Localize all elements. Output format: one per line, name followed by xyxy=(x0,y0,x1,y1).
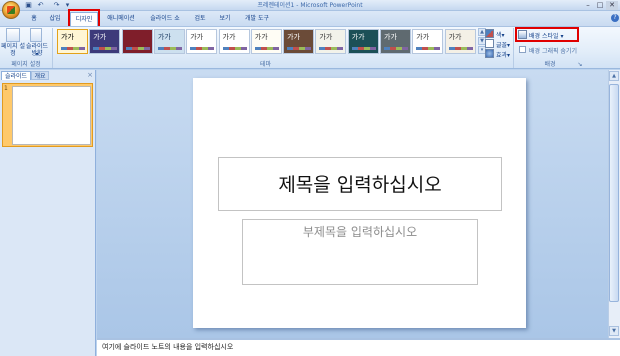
theme-thumbnail[interactable]: 가가 xyxy=(380,29,411,54)
tab-view[interactable]: 보기 xyxy=(216,12,234,26)
theme-thumbnail[interactable] xyxy=(121,29,153,54)
theme-sample-text: 가가 xyxy=(157,33,171,41)
scrollbar-thumb[interactable] xyxy=(609,84,619,302)
theme-sample-text: 가가 xyxy=(190,33,204,41)
theme-color-bars xyxy=(319,47,344,50)
page-setup-button[interactable]: 페이지 설정 xyxy=(1,43,25,59)
chevron-down-icon[interactable]: ▾ xyxy=(33,51,41,58)
theme-colors-icon xyxy=(485,29,494,38)
theme-color-bars xyxy=(448,47,473,50)
theme-effects-label: 효과 xyxy=(496,52,508,59)
theme-thumbnail[interactable]: 가가 xyxy=(250,29,282,54)
theme-thumbnail[interactable]: 가가 xyxy=(347,29,379,54)
scroll-down-icon[interactable]: ▼ xyxy=(609,326,619,336)
theme-color-bars xyxy=(190,47,215,50)
hide-background-graphics-checkbox[interactable]: 배경 그래픽 숨기기 xyxy=(519,46,614,55)
tab-home[interactable]: 홈 xyxy=(27,12,41,26)
theme-effects-button[interactable]: 효과▾ xyxy=(485,49,511,59)
theme-color-bars xyxy=(254,47,279,50)
theme-color-bars xyxy=(287,47,312,50)
save-icon[interactable]: ▣ xyxy=(24,1,33,9)
slide-orientation-icon[interactable] xyxy=(30,28,42,42)
theme-color-bars xyxy=(157,47,182,50)
maximize-icon[interactable]: □ xyxy=(594,1,606,10)
tab-outline[interactable]: 개요 xyxy=(31,71,49,80)
slide-thumbnail[interactable] xyxy=(12,86,91,145)
theme-effects-icon xyxy=(485,49,494,58)
theme-thumbnail[interactable]: 가가 xyxy=(186,29,218,54)
undo-icon[interactable]: ↶ xyxy=(36,1,45,9)
chevron-down-icon: ▾ xyxy=(501,32,505,39)
customize-qat-icon[interactable]: ▾ xyxy=(63,1,72,9)
theme-fonts-icon xyxy=(485,39,494,48)
window-title: 프레젠테이션1 - Microsoft PowerPoint xyxy=(257,2,363,9)
theme-thumbnail[interactable]: 가가 xyxy=(89,29,121,54)
group-separator xyxy=(52,28,53,68)
checkbox-icon xyxy=(519,46,526,53)
theme-fonts-label: 글꼴 xyxy=(496,42,508,49)
background-styles-highlight xyxy=(515,27,579,42)
slide-number: 1 xyxy=(4,85,8,92)
theme-thumbnail[interactable]: 가가 xyxy=(218,29,250,54)
theme-sample-text: 가가 xyxy=(61,33,74,41)
help-icon[interactable]: ? xyxy=(611,14,619,22)
theme-fonts-button[interactable]: 글꼴▾ xyxy=(485,39,511,49)
minimize-icon[interactable]: – xyxy=(582,1,594,10)
theme-thumbnail[interactable]: 가가 xyxy=(57,29,88,54)
theme-sample-text: 가가 xyxy=(416,33,430,41)
theme-sample-text: 가가 xyxy=(319,33,333,41)
theme-color-bars xyxy=(384,47,408,50)
theme-color-bars xyxy=(222,47,247,50)
redo-icon[interactable]: ↷ xyxy=(52,1,61,9)
theme-thumbnail[interactable]: 가가 xyxy=(283,29,315,54)
tab-slides[interactable]: 슬라이드 xyxy=(1,71,31,80)
theme-thumbnail[interactable]: 가가 xyxy=(153,29,185,54)
theme-sample-text: 가가 xyxy=(351,33,365,41)
tab-review[interactable]: 검토 xyxy=(191,12,209,26)
chevron-down-icon: ▾ xyxy=(507,42,511,49)
theme-color-bars xyxy=(93,47,118,50)
page-setup-icon[interactable] xyxy=(6,28,20,42)
theme-sample-text: 가가 xyxy=(448,33,462,41)
tab-slide-show[interactable]: 슬라이드 쇼 xyxy=(145,12,185,26)
theme-color-bars xyxy=(416,47,441,50)
theme-color-bars xyxy=(61,47,85,50)
theme-color-bars xyxy=(125,47,150,50)
notes-pane[interactable]: 여기에 슬라이드 노트의 내용을 입력하십시오 xyxy=(97,338,620,356)
tab-insert[interactable]: 삽입 xyxy=(45,12,65,26)
page-setup-group-label: 페이지 설정 xyxy=(11,61,41,68)
theme-sample-text: 가가 xyxy=(93,33,107,41)
dialog-launcher-icon[interactable]: ↘ xyxy=(575,60,585,69)
theme-sample-text: 가가 xyxy=(384,33,397,41)
tab-animations[interactable]: 애니메이션 xyxy=(104,12,138,26)
theme-color-bars xyxy=(351,47,376,50)
title-placeholder[interactable]: 제목을 입력하십시오 xyxy=(218,157,502,211)
theme-thumbnail[interactable]: 가가 xyxy=(444,29,476,54)
themes-group-label: 테마 xyxy=(259,61,272,68)
tab-developer[interactable]: 개발 도구 xyxy=(240,12,274,26)
theme-thumbnail[interactable]: 가가 xyxy=(412,29,444,54)
pane-close-icon[interactable]: × xyxy=(86,71,94,79)
theme-sample-text: 가가 xyxy=(222,33,236,41)
subtitle-placeholder[interactable]: 부제목을 입력하십시오 xyxy=(242,219,478,285)
theme-sample-text: 가가 xyxy=(287,33,300,41)
chevron-down-icon: ▾ xyxy=(507,52,511,59)
office-logo-icon xyxy=(7,6,15,14)
theme-colors-button[interactable]: 색▾ xyxy=(485,29,505,39)
office-button[interactable] xyxy=(2,1,20,19)
theme-thumbnail[interactable]: 가가 xyxy=(315,29,347,54)
theme-sample-text: 가가 xyxy=(254,33,268,41)
hide-background-graphics-label: 배경 그래픽 숨기기 xyxy=(529,48,577,55)
close-icon[interactable]: ✕ xyxy=(606,1,618,10)
scroll-up-icon[interactable]: ▲ xyxy=(609,71,619,81)
